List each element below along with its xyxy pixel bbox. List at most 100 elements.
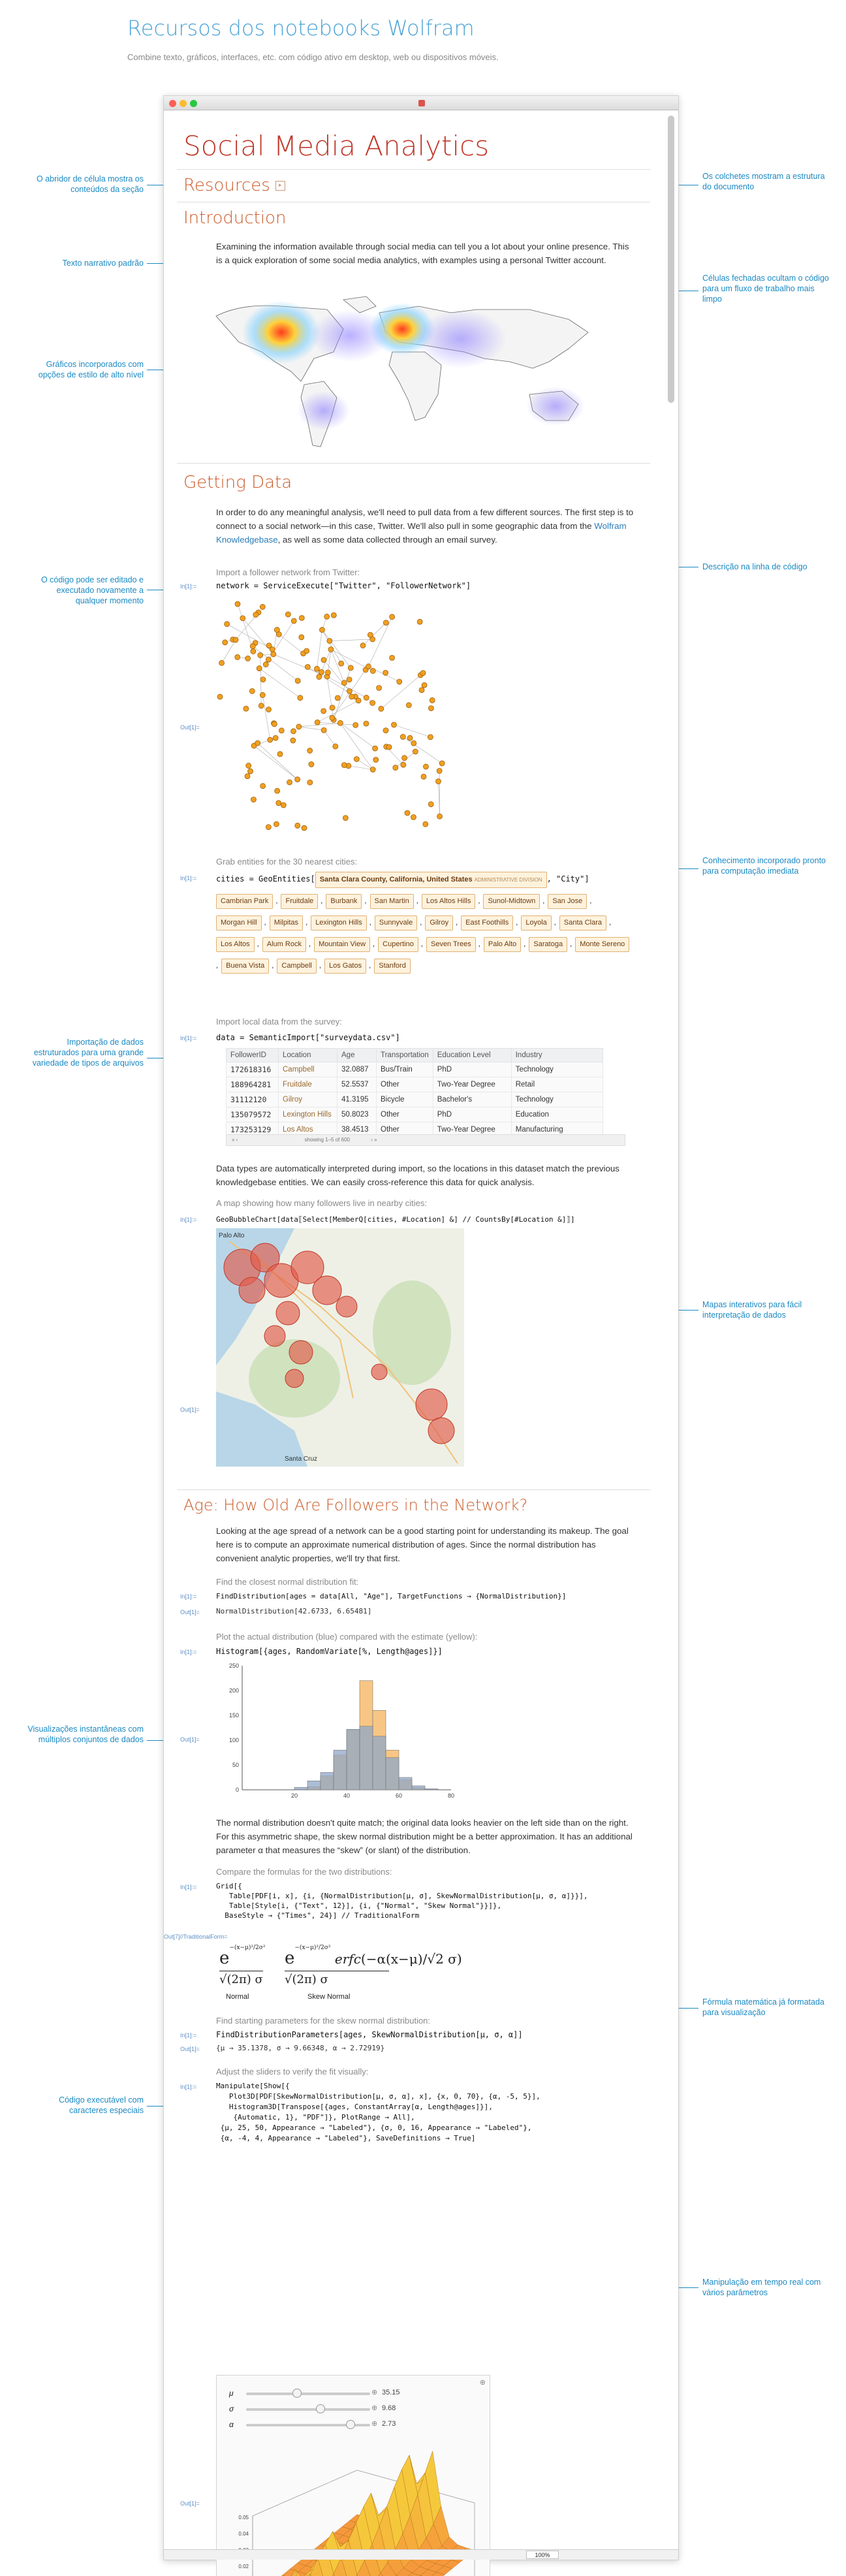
- network-node[interactable]: [259, 692, 266, 698]
- network-node[interactable]: [224, 621, 230, 628]
- map-bubble[interactable]: [264, 1325, 286, 1347]
- network-node[interactable]: [337, 720, 343, 726]
- network-node[interactable]: [271, 721, 277, 727]
- hist-bar-actual[interactable]: [307, 1781, 321, 1790]
- network-node[interactable]: [369, 668, 376, 674]
- network-node[interactable]: [324, 613, 330, 620]
- network-node[interactable]: [422, 821, 429, 827]
- table-header-cell[interactable]: Industry: [510, 1048, 603, 1062]
- network-node[interactable]: [217, 693, 223, 700]
- network-node[interactable]: [272, 735, 279, 741]
- network-node[interactable]: [245, 763, 252, 769]
- geo-bubble-map[interactable]: Palo Alto Santa Cruz: [216, 1228, 464, 1467]
- network-node[interactable]: [363, 720, 369, 727]
- network-node[interactable]: [314, 719, 321, 725]
- network-node[interactable]: [267, 737, 274, 743]
- network-node[interactable]: [352, 722, 359, 728]
- network-node[interactable]: [411, 740, 417, 746]
- map-bubble[interactable]: [428, 1417, 455, 1444]
- network-node[interactable]: [265, 824, 272, 830]
- network-node[interactable]: [260, 676, 266, 683]
- slider-knob[interactable]: [345, 2420, 355, 2429]
- network-node[interactable]: [304, 663, 311, 670]
- city-entity-chip[interactable]: Milpitas: [269, 915, 304, 930]
- hist-bar-actual[interactable]: [398, 1777, 413, 1790]
- network-node[interactable]: [222, 639, 228, 646]
- network-node[interactable]: [266, 707, 272, 712]
- network-node[interactable]: [321, 708, 327, 714]
- network-node[interactable]: [400, 733, 406, 740]
- hist-bar-actual[interactable]: [424, 1789, 439, 1790]
- table-row[interactable]: 172618316 Campbell 32.0887 Bus/Train PhD Tech…: [226, 1062, 603, 1077]
- network-node[interactable]: [346, 688, 352, 694]
- city-entity-chip[interactable]: East Foothills: [461, 915, 514, 930]
- table-header-cell[interactable]: Age: [337, 1048, 377, 1062]
- table-header-cell[interactable]: Education Level: [432, 1048, 512, 1062]
- network-node[interactable]: [383, 670, 388, 676]
- network-node[interactable]: [341, 680, 347, 686]
- manipulate-panel[interactable]: ⊕ 0.050.040.030.020.010.00204060 μ⊕35.15…: [216, 2375, 490, 2576]
- network-node[interactable]: [249, 688, 255, 694]
- world-heatmap[interactable]: [203, 290, 621, 453]
- city-entity-chip[interactable]: Burbank: [326, 894, 362, 909]
- network-node[interactable]: [389, 654, 395, 661]
- network-node[interactable]: [341, 762, 347, 768]
- network-node[interactable]: [349, 693, 355, 700]
- network-node[interactable]: [396, 678, 403, 685]
- network-node[interactable]: [437, 813, 443, 819]
- network-node[interactable]: [257, 652, 264, 658]
- network-node[interactable]: [391, 722, 397, 728]
- network-node[interactable]: [250, 648, 257, 654]
- city-entity-chip[interactable]: Stanford: [374, 959, 411, 974]
- hist-bar-actual[interactable]: [346, 1728, 360, 1790]
- table-header-cell[interactable]: Location: [278, 1048, 337, 1062]
- network-node[interactable]: [421, 682, 428, 688]
- close-window-icon[interactable]: [169, 100, 176, 107]
- code-follower-network[interactable]: network = ServiceExecute["Twitter", "Fol…: [216, 580, 471, 592]
- network-node[interactable]: [383, 727, 389, 734]
- table-header-cell[interactable]: Transportation: [376, 1048, 433, 1062]
- network-node[interactable]: [287, 779, 292, 786]
- map-bubble[interactable]: [285, 1369, 304, 1388]
- slider-expand-icon[interactable]: ⊕: [371, 2404, 377, 2412]
- network-node[interactable]: [244, 773, 251, 780]
- code-find-distribution[interactable]: FindDistribution[ages = data[All, "Age"]…: [216, 1591, 566, 1602]
- hist-bar-actual[interactable]: [411, 1785, 426, 1790]
- network-node[interactable]: [329, 705, 336, 711]
- network-node[interactable]: [274, 627, 280, 633]
- manipulate-options-icon[interactable]: ⊕: [480, 2378, 486, 2387]
- slider-track[interactable]: [246, 2393, 370, 2395]
- map-bubble[interactable]: [289, 1340, 313, 1365]
- slider-expand-icon[interactable]: ⊕: [371, 2388, 377, 2396]
- network-node[interactable]: [367, 631, 373, 638]
- network-node[interactable]: [404, 810, 411, 816]
- network-node[interactable]: [260, 783, 266, 789]
- network-node[interactable]: [274, 821, 279, 827]
- network-node[interactable]: [249, 643, 256, 650]
- city-entity-chip[interactable]: Los Altos Hills: [421, 894, 476, 909]
- network-node[interactable]: [369, 700, 376, 706]
- network-node[interactable]: [420, 670, 426, 676]
- network-node[interactable]: [307, 748, 313, 754]
- network-node[interactable]: [258, 703, 264, 709]
- network-node[interactable]: [294, 776, 301, 783]
- hist-bar-actual[interactable]: [320, 1772, 334, 1790]
- network-node[interactable]: [338, 660, 345, 667]
- section-age[interactable]: Age: How Old Are Followers in the Networ…: [183, 1496, 527, 1514]
- network-node[interactable]: [245, 656, 251, 661]
- network-node[interactable]: [301, 825, 307, 831]
- network-node[interactable]: [392, 765, 399, 771]
- network-node[interactable]: [296, 724, 302, 730]
- city-entity-chip[interactable]: Los Altos: [216, 937, 255, 952]
- pager-prev-icon[interactable]: « ‹: [232, 1137, 238, 1143]
- network-node[interactable]: [369, 767, 376, 772]
- network-node[interactable]: [319, 669, 324, 675]
- network-node[interactable]: [435, 778, 441, 785]
- city-entity-chip[interactable]: San Martin: [369, 894, 414, 909]
- network-node[interactable]: [259, 604, 266, 610]
- table-pager[interactable]: « ‹ showing 1–5 of 600 › »: [226, 1134, 625, 1146]
- network-node[interactable]: [428, 705, 434, 712]
- network-node[interactable]: [416, 618, 423, 625]
- city-entity-chip[interactable]: Sunnyvale: [374, 915, 418, 930]
- network-node[interactable]: [298, 615, 305, 621]
